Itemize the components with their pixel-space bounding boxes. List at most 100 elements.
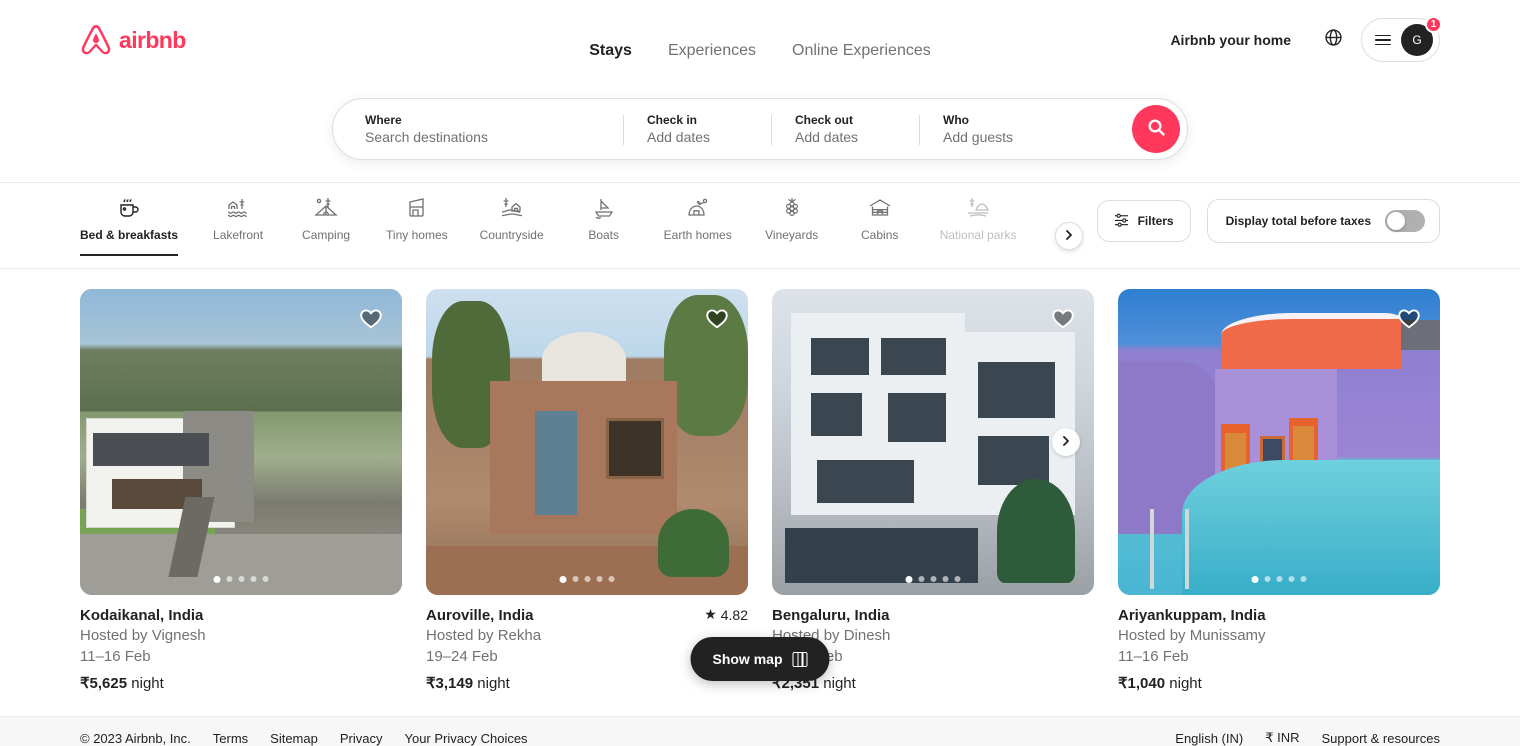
search-submit-button[interactable] (1132, 105, 1180, 153)
taxes-switch[interactable] (1385, 210, 1425, 232)
nav-tab-stays[interactable]: Stays (589, 42, 632, 60)
search-icon (1148, 119, 1165, 139)
chevron-right-icon (1064, 227, 1074, 245)
footer-left-links: © 2023 Airbnb, Inc. Terms Sitemap Privac… (80, 731, 528, 746)
footer-link-sitemap[interactable]: Sitemap (270, 731, 318, 746)
photo-dots[interactable] (905, 576, 961, 583)
footer-link-terms[interactable]: Terms (213, 731, 248, 746)
category-label: Cabins (861, 228, 899, 242)
show-map-button[interactable]: Show map (690, 637, 830, 681)
category-camping[interactable]: Camping (298, 195, 354, 256)
boat-icon (592, 195, 616, 221)
category-label: Lakefront (213, 228, 264, 242)
listing-details: Kodaikanal, India Hosted by Vignesh 11–1… (80, 595, 402, 694)
listing-host: Hosted by Vignesh (80, 627, 206, 644)
listing-card[interactable]: Auroville, India Hosted by Rekha 19–24 F… (426, 289, 748, 694)
category-vineyards[interactable]: Vineyards (764, 195, 820, 256)
listing-price: ₹1,040 night (1118, 667, 1440, 694)
listing-photo[interactable] (426, 289, 748, 595)
category-label: National parks (939, 228, 1017, 242)
listing-dates: 11–16 Feb (1118, 648, 1189, 665)
lakefront-icon (226, 195, 250, 221)
listing-photo[interactable] (772, 289, 1094, 595)
listing-card[interactable]: Ariyankuppam, India Hosted by Munissamy … (1118, 289, 1440, 694)
checkout-label: Check out (795, 113, 854, 127)
footer-link-privacy-choices[interactable]: Your Privacy Choices (404, 731, 527, 746)
favorite-heart-icon[interactable] (1050, 305, 1076, 336)
filters-button[interactable]: Filters (1096, 200, 1191, 242)
category-label: Vineyards (765, 228, 819, 242)
search-checkin-field[interactable]: Check in Add dates (623, 99, 771, 159)
photo-auroville (426, 289, 748, 595)
airbnb-your-home-link[interactable]: Airbnb your home (1156, 20, 1305, 60)
listings-grid: Kodaikanal, India Hosted by Vignesh 11–1… (0, 269, 1520, 694)
who-label: Who (943, 113, 969, 127)
footer-currency-selector[interactable]: ₹ INR (1265, 730, 1299, 746)
listing-title: Kodaikanal, India (80, 607, 204, 624)
footer-language-selector[interactable]: English (IN) (1175, 731, 1243, 746)
cabin-icon (868, 195, 892, 221)
where-placeholder: Search destinations (365, 129, 488, 145)
category-bed-and-breakfasts[interactable]: Bed & breakfasts (80, 195, 179, 256)
listing-price-unit: night (477, 675, 510, 692)
listing-photo[interactable] (1118, 289, 1440, 595)
listing-card[interactable]: Bengaluru, India Hosted by Dinesh 11–16 … (772, 289, 1094, 694)
photo-dots[interactable] (559, 576, 615, 583)
category-tiny-homes[interactable]: Tiny homes (386, 195, 448, 256)
listing-card[interactable]: Kodaikanal, India Hosted by Vignesh 11–1… (80, 289, 402, 694)
language-globe-button[interactable] (1313, 20, 1353, 60)
category-cabins[interactable]: Cabins (852, 195, 908, 256)
listing-title: Bengaluru, India (772, 607, 890, 624)
search-where-field[interactable]: Where Search destinations (333, 99, 623, 159)
header-actions: Airbnb your home G 1 (1156, 16, 1442, 62)
footer-copyright: © 2023 Airbnb, Inc. (80, 731, 191, 746)
nav-tab-online-experiences[interactable]: Online Experiences (792, 42, 931, 60)
photo-dots[interactable] (213, 576, 269, 583)
search-checkout-field[interactable]: Check out Add dates (771, 99, 919, 159)
checkin-label: Check in (647, 113, 698, 127)
listing-title: Ariyankuppam, India (1118, 607, 1266, 624)
category-list: Bed & breakfasts Lakefront Camping Tiny … (80, 183, 1020, 256)
rating-value: 4.82 (720, 606, 748, 623)
category-earth-homes[interactable]: Earth homes (664, 195, 732, 256)
show-map-label: Show map (712, 651, 783, 667)
category-countryside[interactable]: Countryside (480, 195, 544, 256)
chevron-right-icon (1061, 433, 1071, 451)
category-label: Bed & breakfasts (80, 228, 179, 242)
earth-home-icon (686, 195, 710, 221)
display-total-before-taxes-toggle[interactable]: Display total before taxes (1206, 199, 1440, 243)
category-bar: Bed & breakfasts Lakefront Camping Tiny … (0, 183, 1520, 269)
star-icon: ★ (704, 606, 717, 622)
listing-photo[interactable] (80, 289, 402, 595)
national-park-icon (966, 195, 990, 221)
taxes-label: Display total before taxes (1225, 214, 1371, 228)
primary-nav: Stays Experiences Online Experiences (589, 42, 931, 60)
where-label: Where (365, 113, 402, 127)
footer-support-link[interactable]: Support & resources (1321, 731, 1440, 746)
search-bar[interactable]: Where Search destinations Check in Add d… (332, 98, 1188, 160)
listing-title: Auroville, India (426, 607, 534, 624)
photo-next-button[interactable] (1052, 428, 1080, 456)
favorite-heart-icon[interactable] (358, 305, 384, 336)
airbnb-belo-icon (80, 23, 112, 57)
favorite-heart-icon[interactable] (704, 305, 730, 336)
listing-dates: 11–16 Feb (80, 648, 151, 665)
category-label: Camping (302, 228, 351, 242)
category-lakefront[interactable]: Lakefront (210, 195, 266, 256)
airbnb-logo[interactable]: airbnb (80, 23, 186, 57)
listing-price: ₹5,625 night (80, 667, 402, 694)
tiny-home-icon (405, 195, 429, 221)
category-national-parks[interactable]: National parks (939, 195, 1017, 256)
category-boats[interactable]: Boats (576, 195, 632, 256)
search-who-field[interactable]: Who Add guests (919, 99, 1132, 159)
category-label: Tiny homes (386, 228, 448, 242)
listing-rating: ★ 4.82 (704, 606, 748, 623)
category-next-button[interactable] (1055, 222, 1083, 250)
footer-link-privacy[interactable]: Privacy (340, 731, 383, 746)
favorite-heart-icon[interactable] (1396, 305, 1422, 336)
category-label: Countryside (479, 228, 544, 242)
listing-price-unit: night (823, 675, 856, 692)
nav-tab-experiences[interactable]: Experiences (668, 42, 756, 60)
profile-menu-button[interactable]: G 1 (1361, 16, 1442, 62)
photo-dots[interactable] (1251, 576, 1307, 583)
